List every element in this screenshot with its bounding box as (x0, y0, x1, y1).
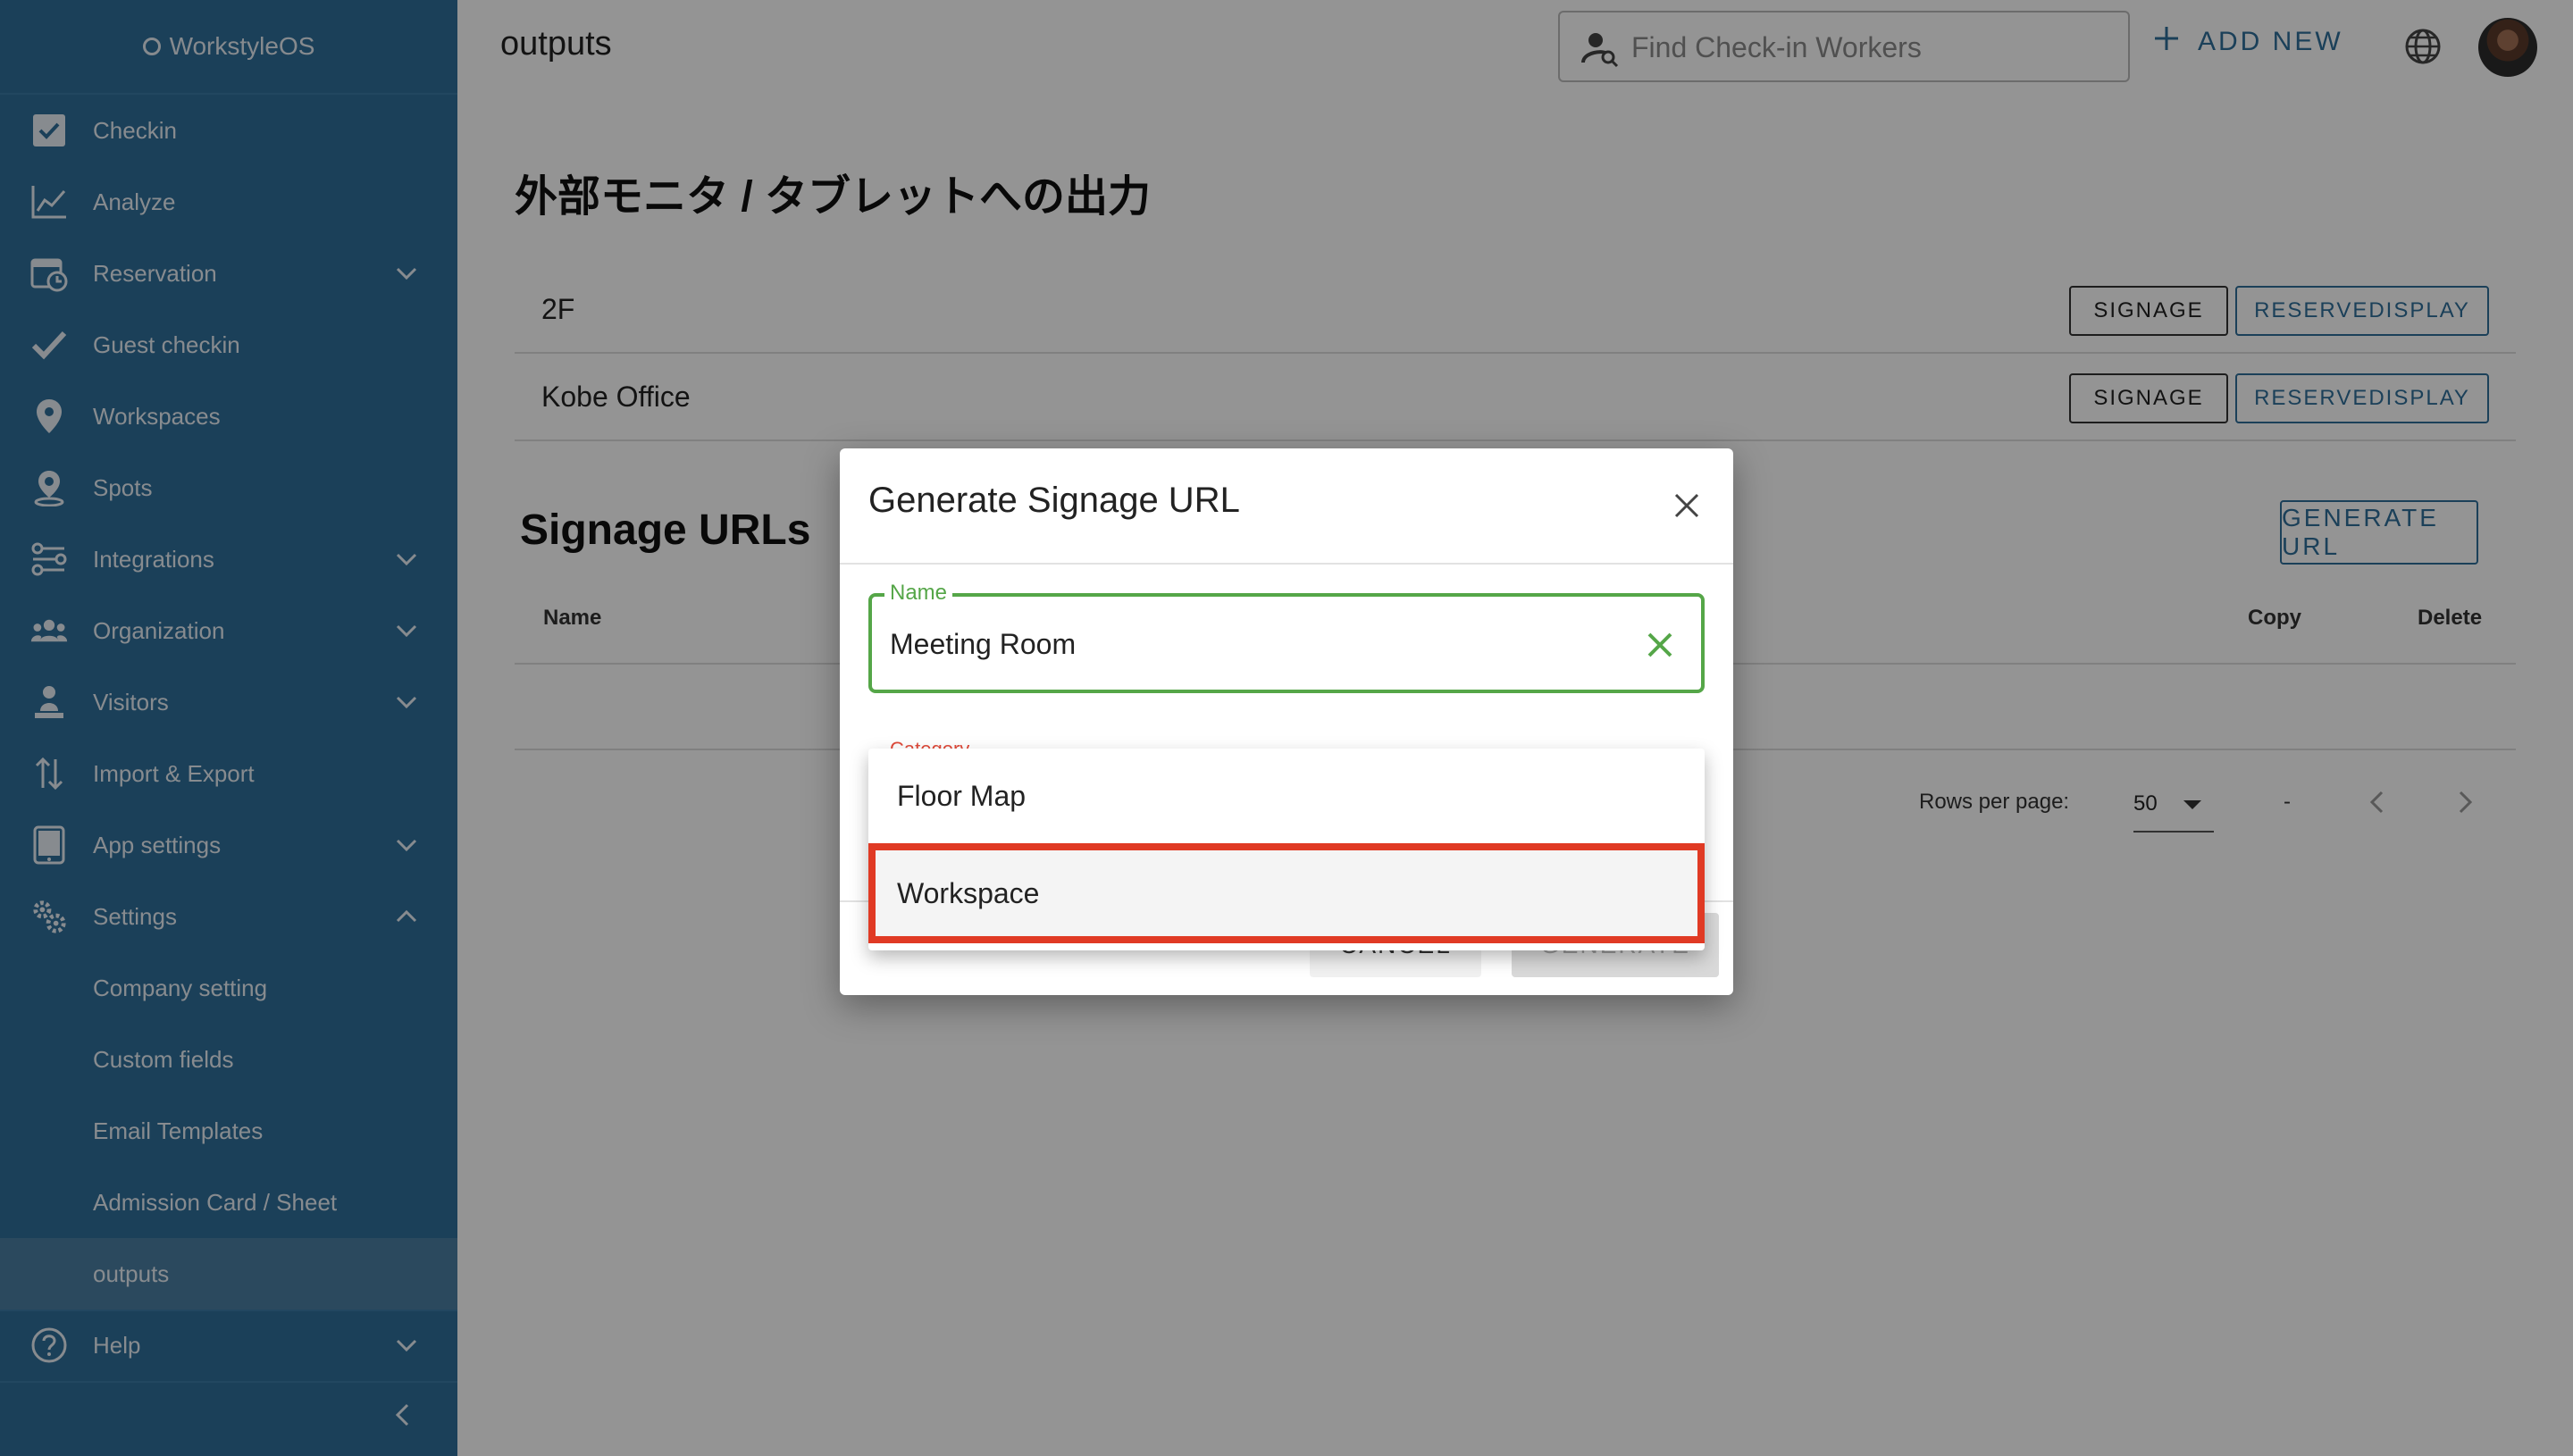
name-field-label: Name (884, 581, 953, 606)
clear-icon[interactable] (1642, 627, 1678, 663)
close-icon[interactable] (1669, 488, 1705, 523)
dialog-title: Generate Signage URL (868, 481, 1240, 520)
dialog-divider (840, 563, 1733, 565)
name-field[interactable]: Name (868, 581, 1705, 693)
category-options-menu: Floor Map Workspace (868, 749, 1705, 950)
category-option-workspace[interactable]: Workspace (868, 843, 1705, 943)
category-option-floor-map[interactable]: Floor Map (868, 749, 1705, 843)
name-input[interactable] (890, 623, 1622, 665)
